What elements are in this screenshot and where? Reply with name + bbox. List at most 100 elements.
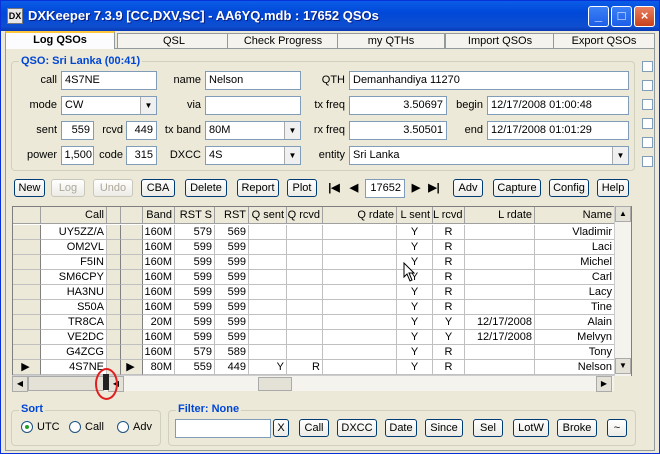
table-cell[interactable]: 569	[215, 225, 249, 240]
table-cell[interactable]: 579	[175, 345, 215, 360]
delete-button[interactable]: Delete	[185, 179, 227, 197]
table-cell[interactable]: 599	[215, 315, 249, 330]
filter-tilde-button[interactable]: ~	[607, 419, 627, 437]
column-header-spacer[interactable]	[107, 207, 121, 224]
table-cell[interactable]: Tony	[535, 345, 615, 360]
scroll-thumb[interactable]	[258, 377, 292, 391]
table-cell[interactable]: 20M	[143, 315, 175, 330]
table-cell[interactable]: G4ZCG	[41, 345, 107, 360]
code-field[interactable]: 315	[126, 146, 157, 165]
table-cell[interactable]: OM2VL	[41, 240, 107, 255]
table-cell[interactable]: Laci	[535, 240, 615, 255]
table-cell[interactable]: 160M	[143, 270, 175, 285]
chevron-down-icon[interactable]: ▼	[612, 147, 628, 164]
tx-band-combo[interactable]: 80M ▼	[205, 121, 301, 140]
column-header[interactable]: Band	[143, 207, 175, 224]
filter-input[interactable]	[175, 419, 271, 438]
row-indicator[interactable]	[13, 225, 41, 240]
table-cell[interactable]	[287, 330, 323, 345]
table-cell[interactable]: 12/17/2008	[465, 330, 535, 345]
table-cell[interactable]	[249, 285, 287, 300]
row-indicator[interactable]	[107, 285, 121, 300]
column-header[interactable]: Q sent	[249, 207, 287, 224]
tab-export-qsos[interactable]: Export QSOs	[553, 33, 655, 48]
record-number-field[interactable]: 17652	[365, 179, 405, 198]
table-cell[interactable]: Y	[397, 360, 433, 375]
row-indicator[interactable]	[121, 270, 143, 285]
side-checkbox[interactable]	[642, 99, 653, 110]
table-cell[interactable]	[249, 300, 287, 315]
row-indicator[interactable]	[13, 300, 41, 315]
table-cell[interactable]	[249, 330, 287, 345]
table-cell[interactable]: 599	[215, 240, 249, 255]
table-cell[interactable]: R	[433, 285, 465, 300]
filter-since-button[interactable]: Since	[425, 419, 463, 437]
cba-button[interactable]: CBA	[141, 179, 175, 197]
table-cell[interactable]: 160M	[143, 300, 175, 315]
table-cell[interactable]: Y	[397, 285, 433, 300]
sort-adv-radio[interactable]	[117, 421, 129, 433]
table-cell[interactable]: 599	[175, 255, 215, 270]
table-cell[interactable]	[287, 270, 323, 285]
table-cell[interactable]: 599	[175, 315, 215, 330]
filter-clear-button[interactable]: X	[273, 419, 289, 437]
table-cell[interactable]: Y	[249, 360, 287, 375]
table-cell[interactable]: Vladimir	[535, 225, 615, 240]
minimize-button[interactable]: _	[588, 6, 609, 27]
table-cell[interactable]: Alain	[535, 315, 615, 330]
table-cell[interactable]: 599	[175, 330, 215, 345]
table-cell[interactable]: 160M	[143, 240, 175, 255]
table-cell[interactable]: UY5ZZ/A	[41, 225, 107, 240]
row-indicator[interactable]	[13, 345, 41, 360]
filter-broke-button[interactable]: Broke	[557, 419, 597, 437]
table-cell[interactable]	[287, 345, 323, 360]
table-cell[interactable]	[249, 270, 287, 285]
scroll-right-icon[interactable]: ▶	[596, 376, 612, 392]
rcvd-field[interactable]: 449	[126, 121, 157, 140]
undo-button[interactable]: Undo	[93, 179, 133, 197]
table-cell[interactable]: Y	[397, 225, 433, 240]
table-cell[interactable]: TR8CA	[41, 315, 107, 330]
side-checkbox[interactable]	[642, 80, 653, 91]
row-indicator[interactable]	[13, 315, 41, 330]
row-indicator[interactable]	[107, 240, 121, 255]
maximize-button[interactable]: □	[611, 6, 632, 27]
table-cell[interactable]: HA3NU	[41, 285, 107, 300]
config-button[interactable]: Config	[549, 179, 589, 197]
table-cell[interactable]	[323, 285, 397, 300]
table-cell[interactable]	[323, 225, 397, 240]
table-cell[interactable]	[323, 300, 397, 315]
table-cell[interactable]	[249, 315, 287, 330]
table-cell[interactable]: 160M	[143, 225, 175, 240]
row-indicator[interactable]	[121, 345, 143, 360]
column-header[interactable]: RST	[215, 207, 249, 224]
table-cell[interactable]	[287, 300, 323, 315]
side-checkbox[interactable]	[642, 118, 653, 129]
table-cell[interactable]: 599	[175, 285, 215, 300]
mode-combo[interactable]: CW ▼	[61, 96, 157, 115]
table-cell[interactable]	[465, 255, 535, 270]
table-cell[interactable]: Lacy	[535, 285, 615, 300]
table-cell[interactable]: Michel	[535, 255, 615, 270]
table-cell[interactable]	[249, 345, 287, 360]
name-field[interactable]: Nelson	[205, 71, 301, 90]
table-cell[interactable]	[287, 315, 323, 330]
table-cell[interactable]: F5IN	[41, 255, 107, 270]
table-cell[interactable]: 599	[215, 300, 249, 315]
table-cell[interactable]: 160M	[143, 255, 175, 270]
table-cell[interactable]: 599	[215, 330, 249, 345]
row-indicator[interactable]	[107, 345, 121, 360]
table-cell[interactable]: SM6CPY	[41, 270, 107, 285]
table-cell[interactable]	[465, 285, 535, 300]
table-cell[interactable]: Y	[433, 330, 465, 345]
row-indicator[interactable]	[121, 225, 143, 240]
sent-field[interactable]: 559	[61, 121, 94, 140]
first-record-icon[interactable]: |◀	[325, 179, 343, 197]
table-cell[interactable]	[323, 360, 397, 375]
table-cell[interactable]	[323, 345, 397, 360]
table-cell[interactable]: R	[433, 360, 465, 375]
column-header[interactable]: Name	[535, 207, 615, 224]
column-header[interactable]: Q rcvd	[287, 207, 323, 224]
table-cell[interactable]: 589	[215, 345, 249, 360]
table-cell[interactable]	[287, 240, 323, 255]
